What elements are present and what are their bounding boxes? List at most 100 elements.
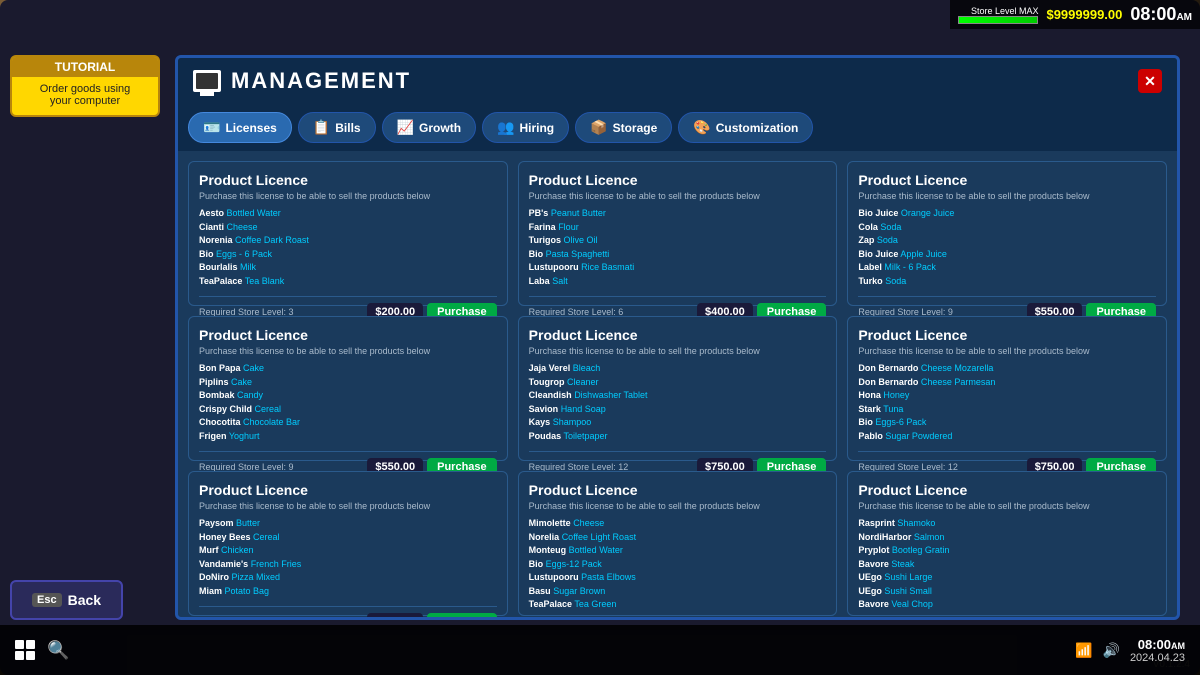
- brand-name: Savion: [529, 404, 559, 414]
- tab-bills[interactable]: 📋 Bills: [298, 112, 376, 143]
- taskbar-right: 📶 🔊 08:00AM 2024.04.23: [1075, 637, 1185, 664]
- back-label: Back: [68, 592, 101, 608]
- close-button[interactable]: ✕: [1138, 69, 1162, 93]
- licence-footer: Required Store Level: 15 $950.00 Purchas…: [199, 606, 497, 617]
- product-item: Savion Hand Soap: [529, 403, 827, 417]
- brand-name: Don Bernardo: [858, 377, 918, 387]
- growth-icon: 📈: [397, 119, 414, 136]
- taskbar-left: 🔍: [15, 640, 69, 661]
- product-item: Piplins Cake: [199, 376, 497, 390]
- product-name: Butter: [236, 518, 260, 528]
- tab-hiring[interactable]: 👥 Hiring: [482, 112, 569, 143]
- products-list: Don Bernardo Cheese Mozarella Don Bernard…: [858, 362, 1156, 443]
- product-name: Hand Soap: [561, 404, 606, 414]
- brand-name: Rasprint: [858, 518, 895, 528]
- product-name: Bottled Water: [227, 208, 281, 218]
- product-item: Bavore Veal Chop: [858, 598, 1156, 612]
- product-item: Chocotita Chocolate Bar: [199, 416, 497, 430]
- product-item: Turigos Olive Oil: [529, 234, 827, 248]
- product-name: Cake: [231, 377, 252, 387]
- product-name: Soda: [880, 222, 901, 232]
- product-item: Bio Pasta Spaghetti: [529, 248, 827, 262]
- product-name: Coffee Light Roast: [562, 532, 636, 542]
- purchase-button-6[interactable]: Purchase: [427, 613, 497, 617]
- product-item: Bavore Steak: [858, 558, 1156, 572]
- licence-desc: Purchase this license to be able to sell…: [858, 346, 1156, 356]
- brand-name: Aesto: [199, 208, 224, 218]
- product-name: Veal Chop: [891, 599, 933, 609]
- product-name: Sugar Brown: [553, 586, 605, 596]
- win-sq3: [15, 651, 24, 660]
- product-item: Turko Soda: [858, 275, 1156, 289]
- product-name: Sushi Small: [884, 586, 932, 596]
- brand-name: Chocotita: [199, 417, 241, 427]
- brand-name: Zap: [858, 235, 874, 245]
- product-item: Vandamie's French Fries: [199, 558, 497, 572]
- product-name: Orange Juice: [901, 208, 955, 218]
- brand-name: Basu: [529, 586, 551, 596]
- product-item: UEgo Sushi Large: [858, 571, 1156, 585]
- brand-name: Frigen: [199, 431, 227, 441]
- product-item: DoNiro Pizza Mixed: [199, 571, 497, 585]
- product-name: Chocolate Bar: [243, 417, 300, 427]
- product-item: UEgo Sushi Small: [858, 585, 1156, 599]
- esc-badge: Esc: [32, 593, 62, 607]
- licence-card-3: Product Licence Purchase this license to…: [188, 316, 508, 461]
- product-name: Cheese Parmesan: [921, 377, 996, 387]
- licence-title: Product Licence: [199, 327, 497, 343]
- product-name: Apple Juice: [900, 249, 947, 259]
- licence-desc: Purchase this license to be able to sell…: [858, 501, 1156, 511]
- licence-title: Product Licence: [858, 172, 1156, 188]
- licence-title: Product Licence: [858, 327, 1156, 343]
- product-name: Steak: [891, 559, 914, 569]
- taskbar: 🔍 📶 🔊 08:00AM 2024.04.23: [0, 625, 1200, 675]
- product-name: Cleaner: [567, 377, 599, 387]
- product-item: Bon Papa Cake: [199, 362, 497, 376]
- licence-desc: Purchase this license to be able to sell…: [529, 346, 827, 356]
- product-name: Toiletpaper: [564, 431, 608, 441]
- brand-name: Mimolette: [529, 518, 571, 528]
- product-name: Pasta Elbows: [581, 572, 636, 582]
- management-window: MANAGEMENT ✕ 🪪 Licenses 📋 Bills 📈 Growth…: [175, 55, 1180, 620]
- product-item: Basu Sugar Brown: [529, 585, 827, 599]
- tutorial-title: TUTORIAL: [12, 57, 158, 77]
- price-purchase: $950.00 Purchase: [367, 613, 496, 617]
- windows-icon[interactable]: [15, 640, 35, 660]
- search-icon[interactable]: 🔍: [47, 640, 69, 661]
- tab-growth[interactable]: 📈 Growth: [382, 112, 476, 143]
- licence-grid: Product Licence Purchase this license to…: [178, 151, 1177, 617]
- licence-desc: Purchase this license to be able to sell…: [529, 501, 827, 511]
- product-item: TeaPalace Tea Green: [529, 598, 827, 612]
- tab-storage[interactable]: 📦 Storage: [575, 112, 672, 143]
- back-button[interactable]: Esc Back: [10, 580, 123, 620]
- product-name: Coffee Dark Roast: [235, 235, 309, 245]
- product-item: Poudas Toiletpaper: [529, 430, 827, 444]
- licence-card-8: Product Licence Purchase this license to…: [847, 471, 1167, 616]
- product-name: French Fries: [251, 559, 302, 569]
- product-item: Label Milk - 6 Pack: [858, 261, 1156, 275]
- licence-desc: Purchase this license to be able to sell…: [199, 501, 497, 511]
- tab-licenses[interactable]: 🪪 Licenses: [188, 112, 292, 143]
- product-name: Cheese Mozarella: [921, 363, 994, 373]
- brand-name: Farina: [529, 222, 556, 232]
- product-name: Yoghurt: [229, 431, 260, 441]
- taskbar-clock: 08:00AM: [1130, 637, 1185, 652]
- product-item: Aesto Bottled Water: [199, 207, 497, 221]
- brand-name: Bio: [199, 249, 214, 259]
- licence-title: Product Licence: [529, 327, 827, 343]
- product-name: Bottled Water: [569, 545, 623, 555]
- brand-name: TeaPalace: [529, 599, 572, 609]
- title-bar: MANAGEMENT ✕: [178, 58, 1177, 104]
- product-item: Stark Tuna: [858, 403, 1156, 417]
- price: $950.00: [367, 613, 423, 617]
- brand-name: Monteug: [529, 545, 567, 555]
- product-item: Don Bernardo Cheese Parmesan: [858, 376, 1156, 390]
- product-item: Norelia Coffee Light Roast: [529, 531, 827, 545]
- product-item: Pryplot Bootleg Gratin: [858, 544, 1156, 558]
- product-name: Flour: [558, 222, 579, 232]
- brand-name: Honey Bees: [199, 532, 251, 542]
- product-item: Norenia Coffee Dark Roast: [199, 234, 497, 248]
- brand-name: Turigos: [529, 235, 561, 245]
- product-item: Cola Soda: [858, 221, 1156, 235]
- tab-customization[interactable]: 🎨 Customization: [678, 112, 813, 143]
